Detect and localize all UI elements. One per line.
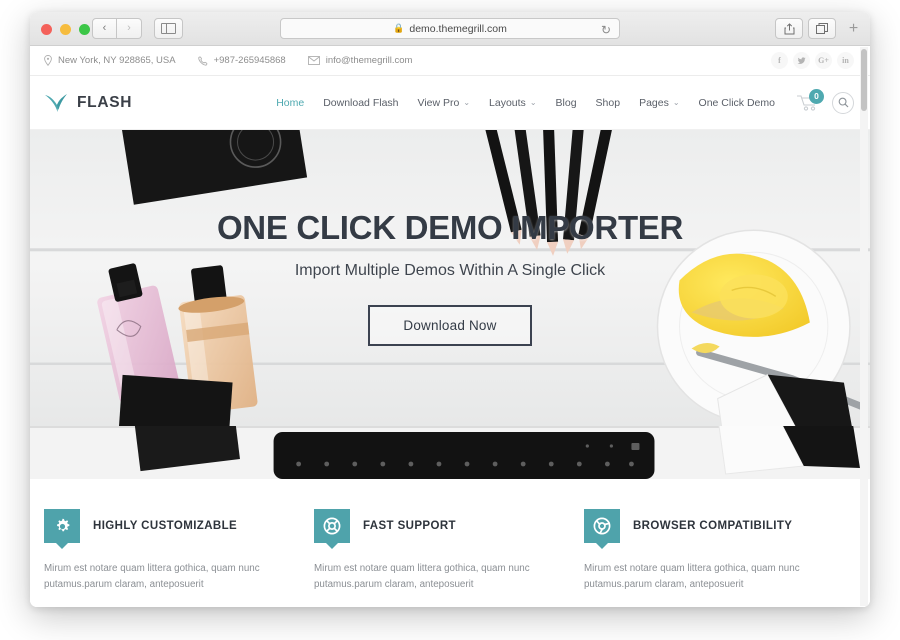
- feature-header: BROWSER COMPATIBILITY: [583, 509, 820, 549]
- hero-subtitle: Import Multiple Demos Within A Single Cl…: [294, 261, 606, 279]
- page-viewport: New York, NY 928865, USA +987-265945868 …: [30, 46, 870, 607]
- nav-item-layouts-label: Layouts: [489, 96, 526, 109]
- nav-item-view-pro-label: View Pro: [417, 96, 460, 109]
- nav-menu: Home Download Flash View Pro ⌄ Layouts ⌄…: [276, 97, 775, 109]
- contact-address-text: New York, NY 928865, USA: [58, 55, 176, 66]
- site-main-navigation: FLASH Home Download Flash View Pro ⌄ Lay…: [30, 76, 870, 130]
- contact-phone[interactable]: +987-265945868: [197, 55, 286, 66]
- linkedin-icon[interactable]: in: [837, 52, 854, 69]
- nav-item-pages[interactable]: Pages ⌄: [639, 97, 679, 109]
- chevron-down-icon: ⌄: [463, 98, 471, 107]
- feature-title: FAST SUPPORT: [362, 520, 456, 532]
- feature-description: Mirum est notare quam littera gothica, q…: [583, 563, 800, 591]
- hero-content: ONE CLICK DEMO IMPORTER Import Multiple …: [30, 130, 870, 426]
- social-links: f G+ in: [771, 52, 854, 69]
- nav-item-layouts[interactable]: Layouts ⌄: [489, 97, 536, 109]
- twitter-bird-glyph: [797, 56, 806, 64]
- envelope-icon: [307, 56, 320, 65]
- gear-icon: [56, 518, 69, 531]
- lifebuoy-support-icon: [323, 517, 341, 535]
- chrome-browser-icon: [593, 517, 611, 535]
- hero-photo-lower-strip: [30, 426, 870, 479]
- search-button[interactable]: [832, 91, 854, 114]
- address-bar-url: demo.themegrill.com: [409, 22, 507, 35]
- nav-actions: 0: [795, 88, 854, 115]
- contact-info-list: New York, NY 928865, USA +987-265945868 …: [44, 55, 412, 66]
- twitter-icon[interactable]: [793, 52, 810, 69]
- titlebar-actions: [775, 18, 836, 39]
- facebook-icon[interactable]: f: [771, 52, 788, 69]
- cart-count-badge: 0: [809, 88, 824, 104]
- feature-description: Mirum est notare quam littera gothica, q…: [44, 563, 260, 591]
- forward-button[interactable]: ›: [117, 18, 142, 39]
- nav-item-one-click-demo[interactable]: One Click Demo: [699, 97, 775, 109]
- minimize-window-button[interactable]: [60, 24, 71, 35]
- lock-icon: 🔒: [393, 23, 405, 33]
- nav-item-pages-label: Pages: [639, 96, 669, 109]
- feature-header: HIGHLY CUSTOMIZABLE: [44, 509, 280, 549]
- feature-card: HIGHLY CUSTOMIZABLE Mirum est notare qua…: [44, 509, 314, 607]
- feature-icon-badge: [44, 509, 80, 549]
- feature-title: BROWSER COMPATIBILITY: [632, 520, 793, 532]
- feature-header: FAST SUPPORT: [313, 509, 550, 549]
- nav-item-download-flash-label: Download Flash: [323, 96, 399, 109]
- flash-bird-logo-icon: [45, 93, 67, 112]
- tab-overview-button[interactable]: [808, 18, 836, 39]
- page-scrollbar[interactable]: [860, 47, 868, 606]
- nav-item-one-click-demo-label: One Click Demo: [698, 96, 775, 109]
- nav-item-shop-label: Shop: [595, 96, 621, 109]
- nav-item-shop[interactable]: Shop: [596, 97, 621, 109]
- nav-item-blog-label: Blog: [555, 96, 577, 109]
- browser-titlebar: ‹ › 🔒 demo.themegrill.com ↻ +: [30, 12, 870, 46]
- nav-item-view-pro[interactable]: View Pro ⌄: [418, 97, 471, 109]
- contact-phone-text: +987-265945868: [213, 55, 286, 66]
- maximize-window-button[interactable]: [79, 24, 90, 35]
- features-section: HIGHLY CUSTOMIZABLE Mirum est notare qua…: [30, 479, 870, 607]
- google-plus-icon[interactable]: G+: [815, 52, 832, 69]
- contact-email[interactable]: info@themegrill.com: [307, 55, 413, 66]
- cart-button[interactable]: 0: [795, 88, 824, 115]
- feature-icon-badge: [313, 509, 350, 549]
- contact-email-text: info@themegrill.com: [325, 55, 413, 66]
- back-button[interactable]: ‹: [92, 18, 117, 39]
- contact-address[interactable]: New York, NY 928865, USA: [44, 55, 176, 66]
- address-bar[interactable]: 🔒 demo.themegrill.com ↻: [280, 18, 620, 39]
- share-button[interactable]: [775, 18, 803, 39]
- keyboard-photo: [30, 426, 870, 479]
- share-icon: [784, 22, 794, 34]
- nav-item-blog[interactable]: Blog: [556, 97, 577, 109]
- new-tab-button[interactable]: +: [843, 18, 864, 39]
- nav-item-download-flash[interactable]: Download Flash: [323, 97, 398, 109]
- site-brand[interactable]: FLASH: [44, 92, 132, 114]
- nav-item-home-label: Home: [276, 96, 305, 109]
- site-topbar: New York, NY 928865, USA +987-265945868 …: [30, 46, 870, 76]
- feature-icon-badge: [583, 509, 620, 549]
- chevron-down-icon: ⌄: [672, 98, 680, 107]
- reload-button[interactable]: ↻: [601, 23, 611, 37]
- hero-banner: ONE CLICK DEMO IMPORTER Import Multiple …: [30, 130, 870, 426]
- tab-overview-icon: [816, 23, 828, 34]
- sidebar-toggle-icon: [161, 23, 176, 34]
- navigation-buttons: ‹ ›: [92, 18, 142, 39]
- sidebar-toggle-button[interactable]: [154, 18, 183, 39]
- hero-title: ONE CLICK DEMO IMPORTER: [216, 208, 684, 246]
- chevron-down-icon: ⌄: [529, 98, 537, 107]
- map-pin-icon: [44, 55, 52, 66]
- feature-card: FAST SUPPORT Mirum est notare quam litte…: [313, 509, 584, 607]
- window-traffic-lights: [41, 24, 90, 35]
- hero-download-button[interactable]: Download Now: [368, 304, 532, 346]
- search-icon: [838, 97, 848, 108]
- feature-description: Mirum est notare quam littera gothica, q…: [313, 563, 530, 591]
- nav-item-home[interactable]: Home: [276, 97, 304, 109]
- phone-icon: [197, 56, 207, 66]
- site-brand-name: FLASH: [77, 93, 133, 111]
- feature-card: BROWSER COMPATIBILITY Mirum est notare q…: [583, 509, 854, 607]
- page-scrollbar-thumb[interactable]: [861, 49, 867, 111]
- feature-title: HIGHLY CUSTOMIZABLE: [93, 520, 238, 532]
- close-window-button[interactable]: [41, 24, 52, 35]
- browser-window: ‹ › 🔒 demo.themegrill.com ↻ + New York, …: [30, 12, 870, 607]
